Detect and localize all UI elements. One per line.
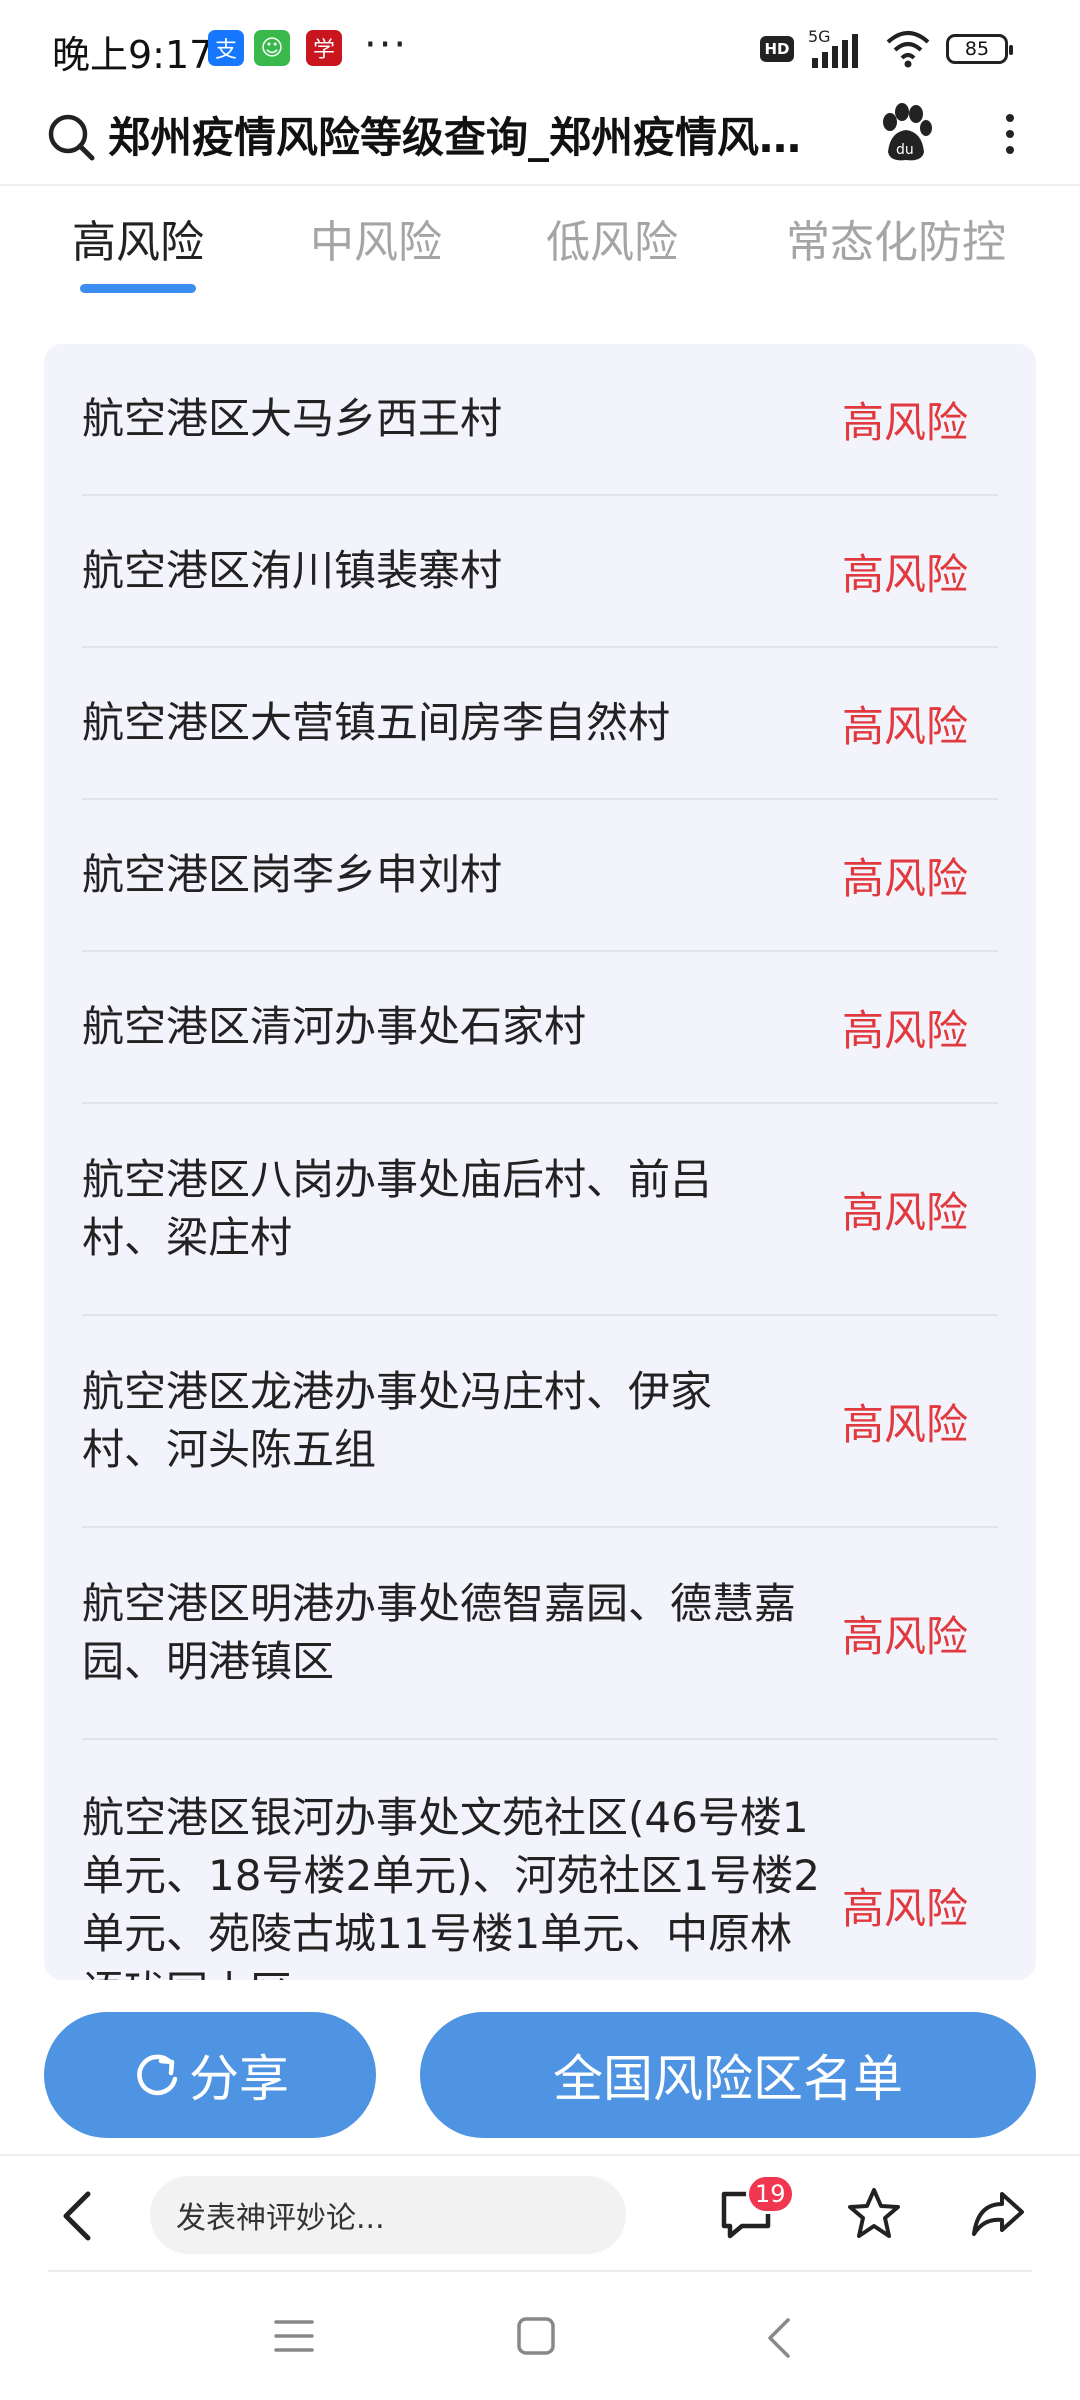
area-name: 航空港区银河办事处文苑社区(46号楼1单元、18号楼2单元)、河苑社区1号楼2单… bbox=[82, 1793, 820, 1980]
risk-level-label: 高风险 bbox=[841, 549, 968, 599]
hd-badge: HD bbox=[760, 36, 794, 62]
risk-level-label: 高风险 bbox=[841, 701, 968, 751]
national-risk-list-label: 全国风险区名单 bbox=[553, 2050, 903, 2108]
signal-icon: 5G bbox=[808, 28, 858, 68]
risk-level-label: 高风险 bbox=[841, 1399, 968, 1449]
list-item[interactable]: 航空港区八岗办事处庙后村、前吕村、梁庄村 高风险 bbox=[82, 1104, 998, 1316]
risk-level-label: 高风险 bbox=[841, 1611, 968, 1661]
list-item[interactable]: 航空港区龙港办事处冯庄村、伊家村、河头陈五组 高风险 bbox=[82, 1316, 998, 1528]
back-chevron-icon[interactable] bbox=[764, 2316, 794, 2360]
share-button-label: 分享 bbox=[189, 2050, 289, 2108]
network-type: 5G bbox=[808, 28, 831, 46]
comment-bar: 发表神评妙论... 19 bbox=[0, 2154, 1080, 2274]
star-icon[interactable] bbox=[846, 2186, 902, 2242]
system-nav-bar bbox=[0, 2272, 1080, 2400]
list-item[interactable]: 航空港区大马乡西王村 高风险 bbox=[82, 344, 998, 496]
svg-text:du: du bbox=[896, 142, 914, 158]
risk-level-label: 高风险 bbox=[841, 1883, 968, 1933]
more-notifications-icon: ··· bbox=[364, 22, 409, 68]
baidu-paw-icon[interactable]: du bbox=[876, 102, 936, 166]
risk-area-list[interactable]: 航空港区大马乡西王村 高风险 航空港区洧川镇裴寨村 高风险 航空港区大营镇五间房… bbox=[44, 344, 1036, 1980]
page-title[interactable]: 郑州疫情风险等级查询_郑州疫情风险等级查询 bbox=[108, 108, 838, 168]
active-tab-indicator bbox=[80, 284, 196, 293]
national-risk-list-button[interactable]: 全国风险区名单 bbox=[420, 2012, 1036, 2138]
risk-level-label: 高风险 bbox=[841, 1005, 968, 1055]
list-item[interactable]: 航空港区岗李乡申刘村 高风险 bbox=[82, 800, 998, 952]
area-name: 航空港区明港办事处德智嘉园、德慧嘉园、明港镇区 bbox=[82, 1579, 797, 1686]
comment-input[interactable]: 发表神评妙论... bbox=[150, 2176, 626, 2254]
area-name: 航空港区八岗办事处庙后村、前吕村、梁庄村 bbox=[82, 1155, 713, 1262]
list-item[interactable]: 航空港区大营镇五间房李自然村 高风险 bbox=[82, 648, 998, 800]
forward-share-icon[interactable] bbox=[970, 2188, 1026, 2240]
list-item[interactable]: 航空港区清河办事处石家村 高风险 bbox=[82, 952, 998, 1104]
battery-indicator: 85 bbox=[946, 34, 1013, 64]
home-square-icon[interactable] bbox=[516, 2316, 556, 2356]
area-name: 航空港区清河办事处石家村 bbox=[82, 1002, 587, 1051]
red-app-icon: 学 bbox=[306, 30, 342, 66]
refresh-share-icon bbox=[131, 2049, 183, 2101]
share-button[interactable]: 分享 bbox=[44, 2012, 376, 2138]
tab-normalized-control[interactable]: 常态化防控 bbox=[786, 206, 1006, 270]
tab-medium-risk[interactable]: 中风险 bbox=[310, 206, 442, 270]
back-arrow-icon[interactable] bbox=[58, 2190, 98, 2242]
wifi-icon bbox=[886, 31, 930, 68]
area-name: 航空港区岗李乡申刘村 bbox=[82, 850, 503, 899]
search-icon[interactable] bbox=[44, 110, 100, 166]
area-name: 航空港区大马乡西王村 bbox=[82, 394, 503, 443]
wechat-mini-icon: ☺ bbox=[254, 30, 290, 66]
search-bar[interactable]: 郑州疫情风险等级查询_郑州疫情风险等级查询 du bbox=[0, 96, 1080, 184]
alipay-icon: 支 bbox=[208, 30, 244, 66]
list-item[interactable]: 航空港区洧川镇裴寨村 高风险 bbox=[82, 496, 998, 648]
menu-icon[interactable] bbox=[272, 2316, 316, 2356]
area-name: 航空港区龙港办事处冯庄村、伊家村、河头陈五组 bbox=[82, 1367, 713, 1474]
risk-level-tabs: 高风险 中风险 低风险 常态化防控 bbox=[0, 186, 1080, 306]
risk-level-label: 高风险 bbox=[841, 1187, 968, 1237]
risk-level-label: 高风险 bbox=[841, 397, 968, 447]
list-item[interactable]: 航空港区银河办事处文苑社区(46号楼1单元、18号楼2单元)、河苑社区1号楼2单… bbox=[82, 1740, 998, 1980]
more-vertical-icon[interactable] bbox=[1000, 106, 1020, 166]
tab-high-risk[interactable]: 高风险 bbox=[72, 206, 204, 270]
risk-level-label: 高风险 bbox=[841, 853, 968, 903]
status-time: 晚上9:17 bbox=[52, 33, 214, 77]
area-name: 航空港区大营镇五间房李自然村 bbox=[82, 698, 671, 747]
tab-low-risk[interactable]: 低风险 bbox=[546, 206, 678, 270]
comment-count-badge: 19 bbox=[746, 2174, 795, 2214]
status-bar: 晚上9:17 支 ☺ 学 ··· HD 5G 85 bbox=[0, 0, 1080, 96]
list-item[interactable]: 航空港区明港办事处德智嘉园、德慧嘉园、明港镇区 高风险 bbox=[82, 1528, 998, 1740]
area-name: 航空港区洧川镇裴寨村 bbox=[82, 546, 503, 595]
